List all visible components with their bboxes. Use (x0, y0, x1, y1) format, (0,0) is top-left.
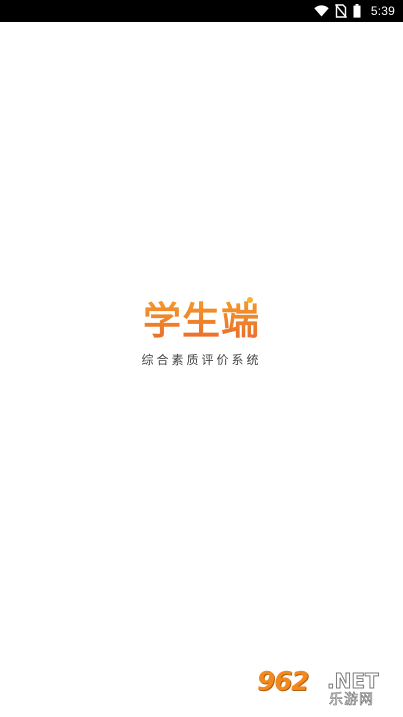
status-time: 5:39 (370, 4, 395, 18)
logo-dot-decoration (246, 297, 253, 303)
status-bar: 5:39 (0, 0, 403, 22)
splash-logo: 学生端 综合素质评价系统 (0, 297, 403, 368)
watermark-logo: 962 (257, 667, 309, 697)
watermark-net: .NET (327, 669, 380, 694)
watermark-subtitle: 乐游网 (329, 692, 374, 709)
app-logo-title: 学生端 (142, 297, 260, 343)
site-watermark: 962 .NET 乐游网 (257, 667, 397, 711)
app-logo-text: 学生端 (142, 299, 260, 343)
status-icons: 5:39 (314, 0, 395, 22)
battery-icon (353, 4, 361, 18)
splash-screen: 5:39 学生端 综合素质评价系统 962 .NET 乐游网 (0, 0, 403, 717)
no-sim-icon (334, 4, 347, 18)
app-subtitle: 综合素质评价系统 (141, 353, 262, 367)
wifi-icon (314, 5, 329, 17)
